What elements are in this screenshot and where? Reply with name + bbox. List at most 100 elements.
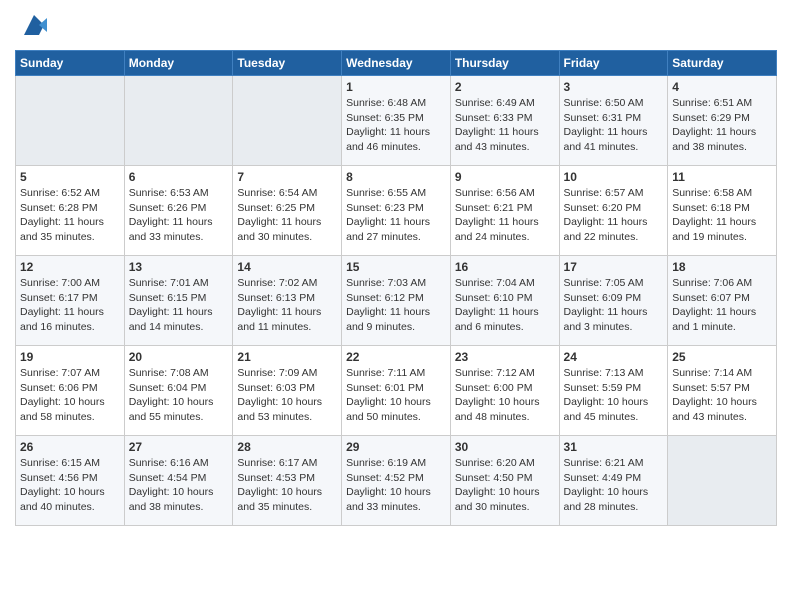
day-info-line: Sunrise: 6:20 AM: [455, 456, 555, 471]
day-info-line: Sunset: 6:35 PM: [346, 111, 446, 126]
day-number: 26: [20, 440, 120, 454]
calendar-cell: 27 Sunrise: 6:16 AMSunset: 4:54 PMDayligh…: [124, 436, 233, 526]
day-info-line: Sunset: 6:15 PM: [129, 291, 229, 306]
calendar-cell: 2Sunrise: 6:49 AMSunset: 6:33 PMDaylight…: [450, 76, 559, 166]
day-info-line: Sunrise: 6:15 AM: [20, 456, 120, 471]
week-row-5: 26Sunrise: 6:15 AMSunset: 4:56 PMDayligh…: [16, 436, 777, 526]
calendar-cell: 29Sunrise: 6:19 AMSunset: 4:52 PMDayligh…: [342, 436, 451, 526]
calendar-cell: 3Sunrise: 6:50 AMSunset: 6:31 PMDaylight…: [559, 76, 668, 166]
day-info-line: Sunset: 6:09 PM: [564, 291, 664, 306]
day-info-line: Sunset: 6:03 PM: [237, 381, 337, 396]
week-row-2: 5Sunrise: 6:52 AMSunset: 6:28 PMDaylight…: [16, 166, 777, 256]
day-info-line: Sunset: 6:18 PM: [672, 201, 772, 216]
calendar-cell: [16, 76, 125, 166]
day-number: 20: [129, 350, 229, 364]
day-info-line: Sunrise: 6:52 AM: [20, 186, 120, 201]
day-info-line: Sunrise: 6:51 AM: [672, 96, 772, 111]
calendar-cell: 5Sunrise: 6:52 AMSunset: 6:28 PMDaylight…: [16, 166, 125, 256]
day-info-line: Sunrise: 7:02 AM: [237, 276, 337, 291]
day-info-line: Daylight: 11 hours and 46 minutes.: [346, 125, 446, 154]
day-info-line: Sunset: 4:54 PM: [129, 471, 229, 486]
day-number: 4: [672, 80, 772, 94]
calendar-cell: [233, 76, 342, 166]
day-info-line: Daylight: 11 hours and 1 minute.: [672, 305, 772, 334]
day-info-line: Sunrise: 7:00 AM: [20, 276, 120, 291]
day-info-line: Daylight: 11 hours and 6 minutes.: [455, 305, 555, 334]
day-number: 8: [346, 170, 446, 184]
calendar-cell: 28Sunrise: 6:17 AMSunset: 4:53 PMDayligh…: [233, 436, 342, 526]
page-header: [15, 10, 777, 40]
day-info-line: Sunrise: 7:13 AM: [564, 366, 664, 381]
day-number: 9: [455, 170, 555, 184]
calendar-cell: 25 Sunrise: 7:14 AMSunset: 5:57 PMDayligh…: [668, 346, 777, 436]
week-row-1: 1Sunrise: 6:48 AMSunset: 6:35 PMDaylight…: [16, 76, 777, 166]
day-header-wednesday: Wednesday: [342, 51, 451, 76]
day-info-line: Daylight: 10 hours and 38 minutes.: [129, 485, 229, 514]
day-info-line: Daylight: 10 hours and 58 minutes.: [20, 395, 120, 424]
day-info-line: Sunset: 5:59 PM: [564, 381, 664, 396]
day-number: 27: [129, 440, 229, 454]
day-info-line: Daylight: 10 hours and 53 minutes.: [237, 395, 337, 424]
day-number: 28: [237, 440, 337, 454]
day-info-line: Sunset: 6:12 PM: [346, 291, 446, 306]
day-info-line: Sunrise: 6:50 AM: [564, 96, 664, 111]
day-info-line: Daylight: 11 hours and 41 minutes.: [564, 125, 664, 154]
day-info-line: Daylight: 10 hours and 30 minutes.: [455, 485, 555, 514]
day-info-line: Sunrise: 6:16 AM: [129, 456, 229, 471]
day-number: 12: [20, 260, 120, 274]
day-info-line: Daylight: 10 hours and 43 minutes.: [672, 395, 772, 424]
day-number: 23: [455, 350, 555, 364]
calendar-cell: 6Sunrise: 6:53 AMSunset: 6:26 PMDaylight…: [124, 166, 233, 256]
day-info-line: Sunset: 5:57 PM: [672, 381, 772, 396]
calendar-cell: 7Sunrise: 6:54 AMSunset: 6:25 PMDaylight…: [233, 166, 342, 256]
calendar-cell: 24Sunrise: 7:13 AMSunset: 5:59 PMDayligh…: [559, 346, 668, 436]
day-info-line: Sunrise: 7:03 AM: [346, 276, 446, 291]
day-info-line: Sunrise: 7:04 AM: [455, 276, 555, 291]
calendar-table: SundayMondayTuesdayWednesdayThursdayFrid…: [15, 50, 777, 526]
calendar-cell: 1Sunrise: 6:48 AMSunset: 6:35 PMDaylight…: [342, 76, 451, 166]
day-number: 6: [129, 170, 229, 184]
day-info-line: Sunset: 4:52 PM: [346, 471, 446, 486]
day-number: 25: [672, 350, 772, 364]
calendar-cell: 18Sunrise: 7:06 AMSunset: 6:07 PMDayligh…: [668, 256, 777, 346]
calendar-cell: 30Sunrise: 6:20 AMSunset: 4:50 PMDayligh…: [450, 436, 559, 526]
day-info-line: Sunset: 6:07 PM: [672, 291, 772, 306]
day-info-line: Sunset: 6:04 PM: [129, 381, 229, 396]
day-number: 16: [455, 260, 555, 274]
day-info-line: Daylight: 11 hours and 27 minutes.: [346, 215, 446, 244]
day-info-line: Sunset: 4:49 PM: [564, 471, 664, 486]
day-info-line: Sunrise: 7:12 AM: [455, 366, 555, 381]
day-info-line: Sunrise: 6:17 AM: [237, 456, 337, 471]
day-info-line: Sunrise: 7:08 AM: [129, 366, 229, 381]
day-info-line: Sunset: 6:17 PM: [20, 291, 120, 306]
day-info-line: Daylight: 11 hours and 9 minutes.: [346, 305, 446, 334]
day-info-line: Sunset: 6:13 PM: [237, 291, 337, 306]
day-info-line: Sunset: 6:20 PM: [564, 201, 664, 216]
calendar-cell: 16Sunrise: 7:04 AMSunset: 6:10 PMDayligh…: [450, 256, 559, 346]
day-header-tuesday: Tuesday: [233, 51, 342, 76]
day-info-line: Sunrise: 6:19 AM: [346, 456, 446, 471]
day-number: 15: [346, 260, 446, 274]
day-info-line: Sunset: 6:29 PM: [672, 111, 772, 126]
day-info-line: Sunset: 6:26 PM: [129, 201, 229, 216]
calendar-cell: 22Sunrise: 7:11 AMSunset: 6:01 PMDayligh…: [342, 346, 451, 436]
day-info-line: Sunrise: 7:11 AM: [346, 366, 446, 381]
week-row-3: 12Sunrise: 7:00 AMSunset: 6:17 PMDayligh…: [16, 256, 777, 346]
calendar-cell: 14Sunrise: 7:02 AMSunset: 6:13 PMDayligh…: [233, 256, 342, 346]
day-number: 10: [564, 170, 664, 184]
calendar-cell: 26Sunrise: 6:15 AMSunset: 4:56 PMDayligh…: [16, 436, 125, 526]
day-info-line: Daylight: 11 hours and 16 minutes.: [20, 305, 120, 334]
calendar-cell: 15 Sunrise: 7:03 AMSunset: 6:12 PMDayligh…: [342, 256, 451, 346]
day-number: 19: [20, 350, 120, 364]
logo: [15, 10, 49, 40]
calendar-cell: 23Sunrise: 7:12 AMSunset: 6:00 PMDayligh…: [450, 346, 559, 436]
calendar-cell: 31Sunrise: 6:21 AMSunset: 4:49 PMDayligh…: [559, 436, 668, 526]
day-info-line: Daylight: 10 hours and 45 minutes.: [564, 395, 664, 424]
day-info-line: Daylight: 10 hours and 50 minutes.: [346, 395, 446, 424]
day-info-line: Sunrise: 6:21 AM: [564, 456, 664, 471]
day-info-line: Sunset: 4:53 PM: [237, 471, 337, 486]
calendar-cell: 19Sunrise: 7:07 AMSunset: 6:06 PMDayligh…: [16, 346, 125, 436]
day-info-line: Sunrise: 7:14 AM: [672, 366, 772, 381]
day-header-friday: Friday: [559, 51, 668, 76]
day-number: 1: [346, 80, 446, 94]
